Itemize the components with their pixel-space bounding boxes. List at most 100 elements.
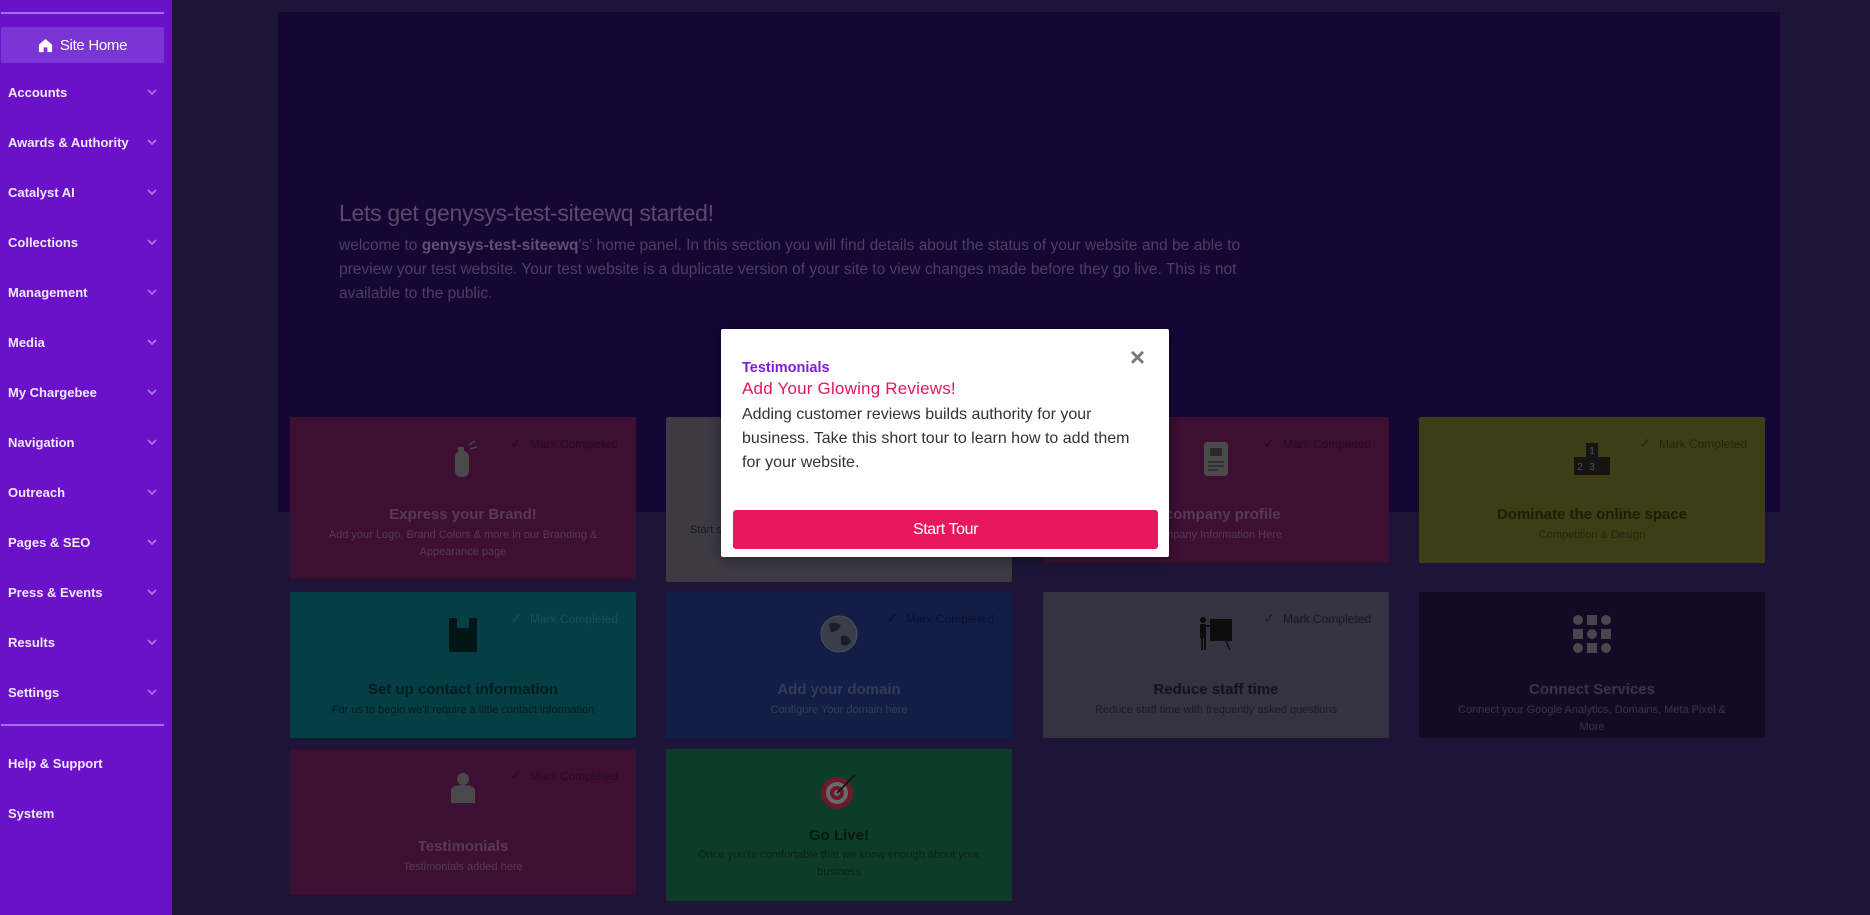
tour-modal: × Testimonials Add Your Glowing Reviews!… xyxy=(721,329,1169,557)
sidebar-item-my-chargebee[interactable]: My Chargebee xyxy=(8,380,158,404)
sidebar-item-label: Help & Support xyxy=(8,755,103,771)
sidebar-item-label: My Chargebee xyxy=(8,384,97,400)
chevron-down-icon xyxy=(147,239,157,246)
sidebar-item-navigation[interactable]: Navigation xyxy=(8,430,158,454)
chevron-down-icon xyxy=(147,139,157,146)
chevron-down-icon xyxy=(147,639,157,646)
card-description: For us to begin we'll require a little c… xyxy=(331,704,595,716)
mark-completed-button[interactable]: ✓ Mark Completed xyxy=(1263,610,1371,627)
task-card[interactable]: ✓ Mark Completed Testimonials Testimonials … xyxy=(290,749,636,895)
chevron-down-icon xyxy=(147,339,157,346)
sidebar-item-label: Pages & SEO xyxy=(8,534,91,550)
modal-headline: Add Your Glowing Reviews! xyxy=(742,379,956,398)
sidebar-item-label: Outreach xyxy=(8,484,66,500)
mark-completed-button[interactable]: ✓ Mark Completed xyxy=(1263,435,1371,452)
sidebar-item-collections[interactable]: Collections xyxy=(8,230,158,254)
task-card[interactable]: ✓ Mark Completed Set up contact informatio… xyxy=(290,592,636,738)
card-title: Add your domain xyxy=(777,681,901,698)
svg-text:2: 2 xyxy=(1577,462,1583,473)
sidebar-item-pages-seo[interactable]: Pages & SEO xyxy=(8,530,158,554)
page-title: Lets get genysys-test-siteewq started! xyxy=(339,200,714,226)
start-tour-button[interactable]: Start Tour xyxy=(733,510,1158,549)
modal-body: Adding customer reviews builds authority… xyxy=(742,406,1130,471)
task-card[interactable]: ✓ Mark Completed 1 2 3 Dominate the online sp… xyxy=(1419,417,1765,563)
sidebar-item-results[interactable]: Results xyxy=(8,630,158,654)
sidebar-item-label: Awards & Authority xyxy=(8,134,129,150)
mark-completed-button[interactable]: ✓ Mark Completed xyxy=(510,610,618,627)
close-icon[interactable]: × xyxy=(1130,344,1145,370)
person-icon xyxy=(443,771,483,811)
target-icon xyxy=(819,771,859,811)
sidebar-item-outreach[interactable]: Outreach xyxy=(8,480,158,504)
mark-completed-label: Mark Completed xyxy=(529,611,618,626)
mark-completed-button[interactable]: ✓ Mark Completed xyxy=(510,435,618,452)
podium-icon: 123 xyxy=(1572,439,1612,479)
card-title: Testimonials xyxy=(417,838,509,855)
card-description: Start s xyxy=(690,524,722,536)
svg-text:1: 1 xyxy=(1589,446,1595,457)
sidebar-item-press-events[interactable]: Press & Events xyxy=(8,580,158,604)
site-home-button[interactable]: Site Home xyxy=(1,27,164,63)
contact-book-icon xyxy=(443,614,483,654)
card-description: Once you're comfortable that we know eno… xyxy=(698,849,980,878)
sidebar-item-accounts[interactable]: Accounts xyxy=(8,80,158,104)
card-description: Testimonials added here xyxy=(403,861,523,873)
card-description: Competition & Design xyxy=(1538,529,1646,541)
sidebar-item-label: System xyxy=(8,805,55,821)
mark-completed-label: Mark Completed xyxy=(1282,611,1371,626)
sidebar-item-awards-authority[interactable]: Awards & Authority xyxy=(8,130,158,154)
checkmark-icon: ✓ xyxy=(886,610,898,626)
task-card[interactable]: ✓ Mark Completed Express your Brand! Add yo… xyxy=(290,417,636,579)
checkmark-icon: ✓ xyxy=(510,435,522,451)
sidebar-item-settings[interactable]: Settings xyxy=(8,680,158,704)
mark-completed-label: Mark Completed xyxy=(529,768,618,783)
chevron-down-icon xyxy=(147,389,157,396)
sidebar-item-media[interactable]: Media xyxy=(8,330,158,354)
card-description: Connect your Google Analytics, Domains, … xyxy=(1458,704,1726,733)
sidebar-item-label: Catalyst AI xyxy=(8,184,75,200)
checkmark-icon: ✓ xyxy=(510,767,522,783)
sidebar-item-label: Press & Events xyxy=(8,584,103,600)
sidebar-item-help-support[interactable]: Help & Support xyxy=(8,751,158,775)
chevron-down-icon xyxy=(147,489,157,496)
sidebar-item-catalyst-ai[interactable]: Catalyst AI xyxy=(8,180,158,204)
checkmark-icon: ✓ xyxy=(1639,435,1651,451)
site-name: genysys-test-siteewq xyxy=(421,237,579,254)
hero-description: welcome to genysys-test-siteewq's' home … xyxy=(339,234,1259,306)
globe-icon xyxy=(819,614,859,654)
task-card[interactable]: ✓ Mark Completed Reduce staff time Reduce s… xyxy=(1043,592,1389,738)
task-card[interactable]: Connect Services Connect your Google Anal… xyxy=(1419,592,1765,738)
sidebar-divider xyxy=(1,12,164,14)
sidebar-item-management[interactable]: Management xyxy=(8,280,158,304)
mark-completed-button[interactable]: ✓ Mark Completed xyxy=(510,767,618,784)
task-card[interactable]: ✓ Mark Completed Add your domain Configure … xyxy=(666,592,1012,738)
mark-completed-label: Mark Completed xyxy=(1658,436,1747,451)
card-title: Reduce staff time xyxy=(1153,681,1279,698)
mark-completed-label: Mark Completed xyxy=(529,436,618,451)
mark-completed-button[interactable]: ✓ Mark Completed xyxy=(886,610,994,627)
home-icon xyxy=(38,38,52,52)
sidebar-item-system[interactable]: System xyxy=(8,801,158,825)
mark-completed-label: Mark Completed xyxy=(905,611,994,626)
task-card[interactable]: Go Live! Once you're comfortable that we … xyxy=(666,749,1012,901)
chevron-down-icon xyxy=(147,689,157,696)
svg-text:3: 3 xyxy=(1589,462,1595,473)
company-document-icon xyxy=(1196,439,1236,479)
sidebar-item-label: Media xyxy=(8,334,45,350)
connections-icon xyxy=(1572,614,1612,654)
sidebar-item-label: Results xyxy=(8,634,55,650)
card-description: Configure Your domain here xyxy=(770,704,908,716)
sidebar-divider xyxy=(1,724,164,726)
card-title: Express your Brand! xyxy=(389,506,537,523)
sidebar-item-label: Settings xyxy=(8,684,60,700)
mark-completed-button[interactable]: ✓ Mark Completed xyxy=(1639,435,1747,452)
sidebar: Site Home Accounts Awards & Authority Cata… xyxy=(0,0,172,915)
sidebar-item-label: Navigation xyxy=(8,434,75,450)
card-title: Connect Services xyxy=(1529,681,1655,698)
hero-text-prefix: welcome to xyxy=(339,237,422,254)
chevron-down-icon xyxy=(147,289,157,296)
modal-kicker: Testimonials xyxy=(742,360,830,376)
card-title: Set up contact information xyxy=(367,681,558,698)
spray-bottle-icon xyxy=(443,439,483,479)
mark-completed-label: Mark Completed xyxy=(1282,436,1371,451)
